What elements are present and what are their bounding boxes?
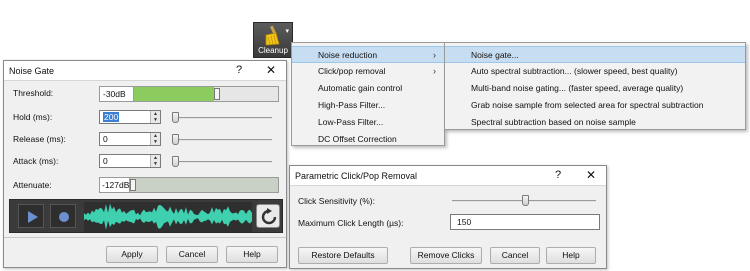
threshold-value: -30dB (103, 89, 126, 99)
release-label: Release (ms): (13, 134, 66, 144)
cleanup-button[interactable]: ▾ Cleanup (253, 22, 293, 58)
hold-value: 200 (103, 112, 120, 122)
submenu-item-auto-spectral-subtraction[interactable]: Auto spectral subtraction... (slower spe… (445, 63, 745, 80)
stop-button[interactable] (50, 204, 76, 228)
max-click-length-label: Maximum Click Length (µs): (298, 218, 404, 228)
release-spin-arrows-icon[interactable]: ▲ ▼ (150, 133, 160, 145)
attack-value: 0 (103, 156, 108, 166)
cancel-button[interactable]: Cancel (490, 247, 540, 264)
close-icon[interactable]: ✕ (266, 63, 276, 77)
help-icon[interactable]: ? (555, 169, 561, 181)
menu-item-low-pass-filter[interactable]: Low-Pass Filter... (292, 114, 444, 131)
waveform-preview (84, 202, 252, 232)
hold-slider-thumb[interactable] (172, 112, 179, 123)
submenu-arrow-icon: › (433, 66, 436, 76)
attenuate-label: Attenuate: (13, 180, 52, 190)
help-icon[interactable]: ? (236, 64, 242, 76)
click-pop-titlebar: Parametric Click/Pop Removal ? ✕ (290, 166, 606, 186)
attenuate-slider-thumb[interactable] (130, 179, 136, 191)
menu-item-noise-reduction[interactable]: Noise reduction › (292, 46, 444, 63)
threshold-label: Threshold: (13, 88, 54, 98)
dropdown-arrow-icon: ▾ (285, 28, 289, 35)
click-pop-removal-dialog: Parametric Click/Pop Removal ? ✕ Click S… (289, 165, 607, 269)
restore-defaults-button[interactable]: Restore Defaults (298, 247, 388, 264)
menu-item-click-pop-removal[interactable]: Click/pop removal › (292, 63, 444, 80)
hold-label: Hold (ms): (13, 112, 53, 122)
attack-slider-thumb[interactable] (172, 156, 179, 167)
menu-item-high-pass-filter[interactable]: High-Pass Filter... (292, 97, 444, 114)
max-click-length-value: 150 (457, 217, 472, 227)
dialog-footer-separator (4, 237, 286, 238)
apply-button[interactable]: Apply (106, 246, 158, 263)
refresh-icon (261, 208, 277, 225)
dialog-title: Noise Gate (9, 66, 55, 76)
reset-button[interactable] (256, 204, 280, 228)
submenu-item-multi-band-noise-gating[interactable]: Multi-band noise gating... (faster speed… (445, 80, 745, 97)
hold-input[interactable]: 200 ▲ ▼ (99, 110, 161, 124)
submenu-item-spectral-subtraction-noise-sample[interactable]: Spectral subtraction based on noise samp… (445, 114, 745, 131)
submenu-arrow-icon: › (433, 50, 436, 60)
hold-spin-arrows-icon[interactable]: ▲ ▼ (150, 111, 160, 123)
noise-gate-dialog: Noise Gate ? ✕ Threshold: -30dB Hold (ms… (3, 60, 287, 268)
menu-item-automatic-gain-control[interactable]: Automatic gain control (292, 80, 444, 97)
preview-player (9, 199, 283, 233)
submenu-item-grab-noise-sample[interactable]: Grab noise sample from selected area for… (445, 97, 745, 114)
click-sensitivity-label: Click Sensitivity (%): (298, 196, 375, 206)
release-value: 0 (103, 134, 108, 144)
threshold-level-slider[interactable]: -30dB (99, 86, 279, 102)
attenuate-value-box: -127dB (100, 178, 130, 192)
play-button[interactable] (18, 204, 44, 228)
hold-slider-track[interactable] (172, 117, 272, 119)
remove-clicks-button[interactable]: Remove Clicks (410, 247, 482, 264)
noise-gate-titlebar: Noise Gate ? ✕ (4, 61, 286, 81)
attack-spin-arrows-icon[interactable]: ▲ ▼ (150, 155, 160, 167)
broom-icon (265, 25, 280, 46)
release-slider-thumb[interactable] (172, 134, 179, 145)
threshold-level-fill (134, 87, 214, 101)
click-sensitivity-slider-thumb[interactable] (522, 195, 529, 206)
dialog-title: Parametric Click/Pop Removal (295, 171, 418, 181)
threshold-slider-thumb[interactable] (214, 88, 220, 100)
close-icon[interactable]: ✕ (586, 168, 596, 182)
help-button[interactable]: Help (226, 246, 278, 263)
cancel-button[interactable]: Cancel (166, 246, 218, 263)
release-slider-track[interactable] (172, 139, 272, 141)
attack-label: Attack (ms): (13, 156, 59, 166)
submenu-item-noise-gate[interactable]: Noise gate... (445, 46, 745, 63)
noise-reduction-submenu: Noise gate... Auto spectral subtraction.… (444, 42, 746, 130)
attack-input[interactable]: 0 ▲ ▼ (99, 154, 161, 168)
attenuate-value: -127dB (102, 180, 130, 190)
help-button[interactable]: Help (546, 247, 596, 264)
cleanup-label: Cleanup (258, 46, 288, 55)
attenuate-level-slider[interactable]: -127dB (99, 177, 279, 193)
max-click-length-input[interactable]: 150 (450, 214, 600, 230)
threshold-value-box: -30dB (100, 87, 134, 101)
cleanup-menu: Noise reduction › Click/pop removal › Au… (291, 42, 445, 146)
stop-icon (59, 212, 69, 222)
attack-slider-track[interactable] (172, 161, 272, 163)
play-icon (28, 211, 38, 223)
menu-item-dc-offset-correction[interactable]: DC Offset Correction (292, 131, 444, 148)
release-input[interactable]: 0 ▲ ▼ (99, 132, 161, 146)
